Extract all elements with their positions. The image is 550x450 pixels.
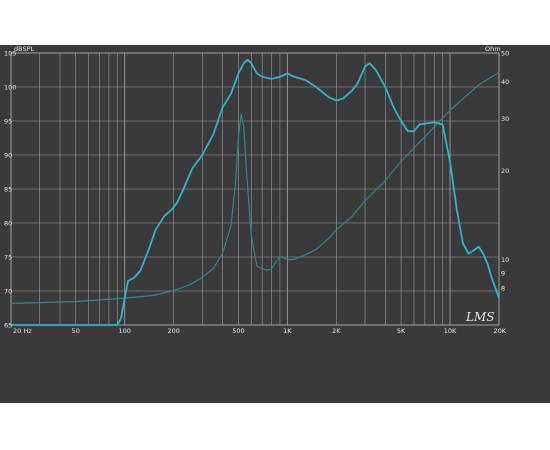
x-tick-label: 10K (444, 327, 457, 335)
x-tick-label: 20 Hz (13, 327, 32, 335)
y-right-tick-label: 20 (501, 167, 509, 175)
y-left-tick-label: 75 (4, 254, 12, 262)
y-right-tick-label: 10 (501, 256, 509, 264)
x-tick-label: 200 (167, 327, 179, 335)
y-left-tick-label: 80 (4, 220, 12, 228)
y-left-tick-label: 85 (4, 186, 12, 194)
y-right-tick-label: 9 (501, 269, 505, 277)
y-left-tick-label: 70 (4, 288, 12, 296)
y-right-tick-label: 50 (501, 50, 509, 58)
y-left-tick-label: 90 (4, 152, 12, 160)
x-tick-label: 5K (397, 327, 406, 335)
frequency-response-chart: 20 Hz 50 100 200 500 1K 2K 5K 10K 20K 65 70 75 80 85 9… (4, 45, 509, 335)
y-right-tick-label: 40 (501, 78, 509, 86)
x-tick-label: 1K (283, 327, 292, 335)
x-tick-labels: 20 Hz 50 100 200 500 1K 2K 5K 10K 20K (13, 327, 507, 335)
x-tick-label: 100 (118, 327, 130, 335)
x-tick-label: 50 (72, 327, 80, 335)
x-tick-label: 500 (232, 327, 244, 335)
lms-logo: LMS (465, 310, 494, 324)
y-right-axis-title: Ohm (485, 45, 501, 53)
y-right-tick-labels: 8 9 10 20 30 40 50 (501, 50, 509, 293)
y-left-tick-label: 65 (4, 322, 12, 330)
y-left-axis-title: dBSPL (14, 45, 35, 53)
chart-frame: 20 Hz 50 100 200 500 1K 2K 5K 10K 20K 65 70 75 80 85 9… (0, 0, 550, 450)
y-left-tick-label: 95 (4, 118, 12, 126)
y-right-tick-label: 8 (501, 285, 505, 293)
x-tick-label: 2K (332, 327, 341, 335)
x-tick-label: 20K (493, 327, 506, 335)
y-left-tick-label: 100 (4, 84, 16, 92)
y-right-tick-label: 30 (501, 115, 509, 123)
